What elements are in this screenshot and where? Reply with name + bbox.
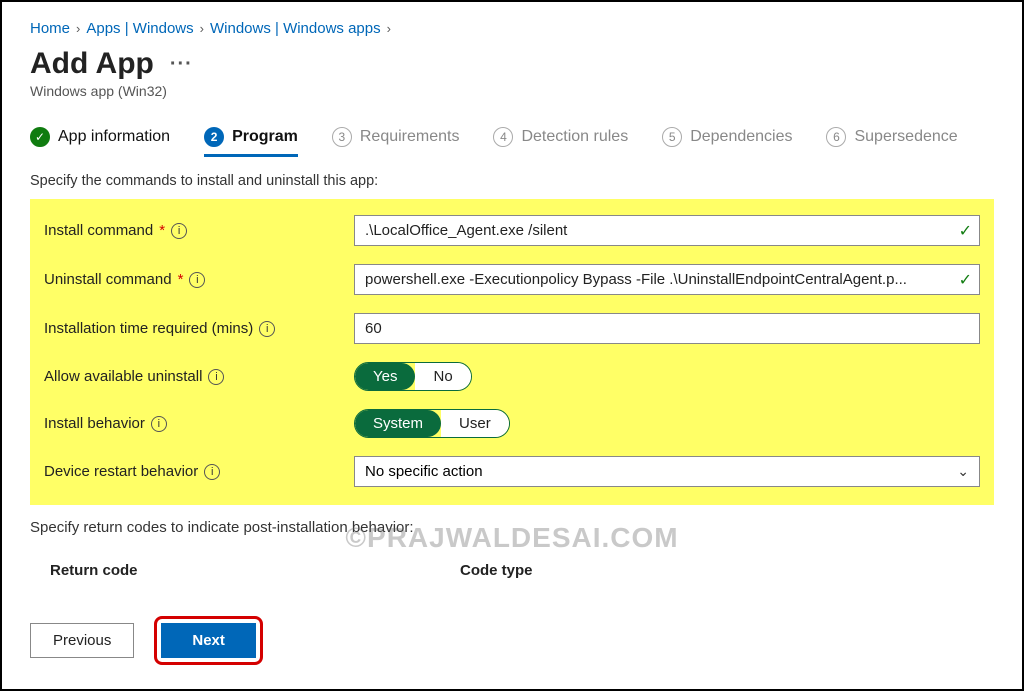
column-return-code: Return code bbox=[30, 562, 460, 579]
uninstall-command-input[interactable] bbox=[354, 264, 980, 295]
label-install-command: Install command* i bbox=[44, 222, 354, 239]
label-install-behavior: Install behavior i bbox=[44, 415, 354, 432]
breadcrumb-home[interactable]: Home bbox=[30, 20, 70, 37]
info-icon[interactable]: i bbox=[171, 223, 187, 239]
step-requirements[interactable]: 3 Requirements bbox=[332, 127, 460, 155]
install-behavior-toggle: System User bbox=[354, 409, 510, 438]
more-actions-icon[interactable]: ··· bbox=[170, 53, 193, 76]
check-icon: ✓ bbox=[959, 221, 972, 241]
info-icon[interactable]: i bbox=[151, 416, 167, 432]
next-button[interactable]: Next bbox=[161, 623, 256, 658]
chevron-right-icon: › bbox=[200, 21, 204, 36]
chevron-right-icon: › bbox=[387, 21, 391, 36]
info-icon[interactable]: i bbox=[204, 464, 220, 480]
info-icon[interactable]: i bbox=[189, 272, 205, 288]
previous-button[interactable]: Previous bbox=[30, 623, 134, 658]
breadcrumb: Home › Apps | Windows › Windows | Window… bbox=[30, 20, 994, 37]
wizard-steps: App information 2 Program 3 Requirements… bbox=[30, 127, 994, 155]
label-installation-time: Installation time required (mins) i bbox=[44, 320, 354, 337]
step-app-information[interactable]: App information bbox=[30, 127, 170, 155]
installation-time-input[interactable] bbox=[354, 313, 980, 344]
step-number-icon: 6 bbox=[826, 127, 846, 147]
column-code-type: Code type bbox=[460, 562, 994, 579]
install-behavior-system[interactable]: System bbox=[355, 410, 441, 437]
return-codes-instruction: Specify return codes to indicate post-in… bbox=[30, 519, 994, 536]
label-allow-uninstall: Allow available uninstall i bbox=[44, 368, 354, 385]
install-command-input[interactable] bbox=[354, 215, 980, 246]
instruction-text: Specify the commands to install and unin… bbox=[30, 173, 994, 189]
step-number-icon: 2 bbox=[204, 127, 224, 147]
chevron-down-icon: ⌄ bbox=[957, 463, 969, 480]
program-form: Install command* i ✓ Uninstall command* … bbox=[30, 199, 994, 505]
check-icon bbox=[30, 127, 50, 147]
install-behavior-user[interactable]: User bbox=[441, 410, 509, 437]
footer-buttons: Previous Next bbox=[30, 616, 263, 665]
chevron-right-icon: › bbox=[76, 21, 80, 36]
step-number-icon: 3 bbox=[332, 127, 352, 147]
label-restart-behavior: Device restart behavior i bbox=[44, 463, 354, 480]
breadcrumb-windows-apps[interactable]: Windows | Windows apps bbox=[210, 20, 381, 37]
allow-uninstall-toggle: Yes No bbox=[354, 362, 472, 391]
check-icon: ✓ bbox=[959, 270, 972, 290]
step-number-icon: 5 bbox=[662, 127, 682, 147]
restart-behavior-select[interactable]: No specific action ⌄ bbox=[354, 456, 980, 487]
label-uninstall-command: Uninstall command* i bbox=[44, 271, 354, 288]
step-detection-rules[interactable]: 4 Detection rules bbox=[493, 127, 628, 155]
allow-uninstall-yes[interactable]: Yes bbox=[355, 363, 415, 390]
info-icon[interactable]: i bbox=[259, 321, 275, 337]
step-dependencies[interactable]: 5 Dependencies bbox=[662, 127, 792, 155]
allow-uninstall-no[interactable]: No bbox=[415, 363, 470, 390]
page-title: Add App ··· bbox=[30, 47, 994, 81]
step-number-icon: 4 bbox=[493, 127, 513, 147]
step-supersedence[interactable]: 6 Supersedence bbox=[826, 127, 957, 155]
page-subtitle: Windows app (Win32) bbox=[30, 83, 994, 99]
step-program[interactable]: 2 Program bbox=[204, 127, 298, 155]
breadcrumb-apps-windows[interactable]: Apps | Windows bbox=[86, 20, 193, 37]
next-button-highlight: Next bbox=[154, 616, 263, 665]
info-icon[interactable]: i bbox=[208, 369, 224, 385]
return-codes-table-header: Return code Code type bbox=[30, 562, 994, 579]
